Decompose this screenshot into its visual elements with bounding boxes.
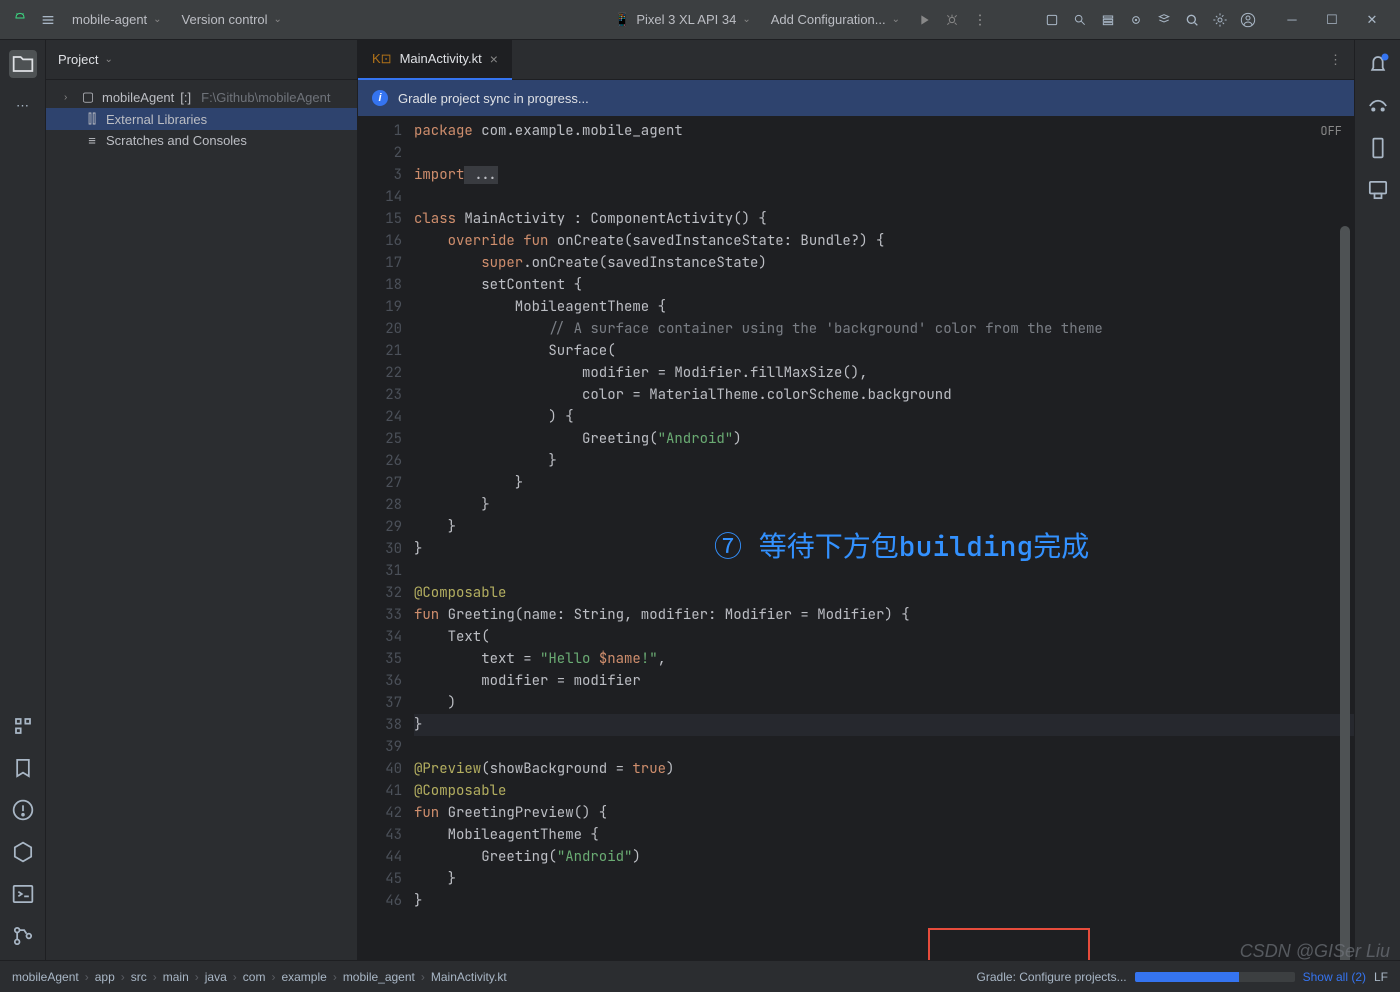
terminal-icon[interactable] <box>9 880 37 908</box>
problems-icon[interactable] <box>9 796 37 824</box>
project-panel-header: Project ⌄ <box>46 40 357 80</box>
close-tab-icon[interactable]: × <box>490 51 498 67</box>
android-logo-icon <box>8 8 32 32</box>
folder-icon: ▢ <box>80 89 96 105</box>
sync-gradle-icon[interactable] <box>1152 8 1176 32</box>
maximize-button[interactable]: ☐ <box>1312 5 1352 35</box>
window-controls: ─ ☐ ✕ <box>1272 5 1392 35</box>
editor-tabs: K⊡ MainActivity.kt × ⋮ <box>358 40 1354 80</box>
notification-text: Gradle project sync in progress... <box>398 91 589 106</box>
chevron-down-icon: ⌄ <box>274 14 282 25</box>
chevron-down-icon[interactable]: ⌄ <box>104 54 112 65</box>
chevron-down-icon: ⌄ <box>892 14 900 25</box>
tree-root[interactable]: › ▢ mobileAgent [:] F:\Github\mobileAgen… <box>46 86 357 108</box>
show-all-tasks[interactable]: Show all (2) <box>1303 970 1366 984</box>
bottom-left-tools <box>0 712 46 960</box>
background-task[interactable]: Gradle: Configure projects... <box>977 970 1127 984</box>
project-tool-icon[interactable] <box>9 50 37 78</box>
tab-overflow-icon[interactable]: ⋮ <box>1317 52 1354 68</box>
project-name: mobile-agent <box>72 12 147 27</box>
more-tools-icon[interactable]: ⋯ <box>9 92 37 120</box>
gradle-icon[interactable] <box>1364 92 1392 120</box>
main-content: ⋯ Project ⌄ › ▢ mobileAgent [:] F:\Githu… <box>0 40 1400 960</box>
code-editor[interactable]: 1231415161718192021222324252627282930313… <box>358 116 1354 960</box>
library-icon: ⫿⫿ <box>84 111 100 127</box>
attach-debugger-icon[interactable] <box>1124 8 1148 32</box>
minimize-button[interactable]: ─ <box>1272 5 1312 35</box>
right-tool-rail <box>1354 40 1400 960</box>
more-icon[interactable] <box>968 8 992 32</box>
project-tree: › ▢ mobileAgent [:] F:\Github\mobileAgen… <box>46 80 357 157</box>
editor-area: K⊡ MainActivity.kt × ⋮ i Gradle project … <box>358 40 1354 960</box>
breadcrumb-item[interactable]: example <box>281 970 326 984</box>
vcs-tool-icon[interactable] <box>9 922 37 950</box>
bookmarks-icon[interactable] <box>9 754 37 782</box>
annotation-overlay: ⑦ 等待下方包building完成 <box>714 536 1089 558</box>
run-icon[interactable] <box>912 8 936 32</box>
build-variants-icon[interactable] <box>9 838 37 866</box>
tree-external-libs[interactable]: ⫿⫿ External Libraries <box>46 108 357 130</box>
line-gutter: 1231415161718192021222324252627282930313… <box>358 116 414 960</box>
scratches-icon: ≡ <box>84 133 100 148</box>
account-icon[interactable] <box>1236 8 1260 32</box>
editor-scrollbar[interactable] <box>1340 226 1350 960</box>
project-selector[interactable]: mobile-agent ⌄ <box>64 8 170 31</box>
close-button[interactable]: ✕ <box>1352 5 1392 35</box>
debug-icon[interactable] <box>940 8 964 32</box>
profiler-icon[interactable] <box>1068 8 1092 32</box>
breadcrumb-item[interactable]: mobileAgent <box>12 970 79 984</box>
breadcrumb-item[interactable]: app <box>95 970 115 984</box>
chevron-down-icon: ⌄ <box>153 14 161 25</box>
device-icon: 📱 <box>614 12 630 28</box>
breadcrumb-item[interactable]: java <box>205 970 227 984</box>
sync-notification: i Gradle project sync in progress... <box>358 80 1354 116</box>
code-body[interactable]: OFF package com.example.mobile_agent imp… <box>414 116 1354 960</box>
project-panel: Project ⌄ › ▢ mobileAgent [:] F:\Github\… <box>46 40 358 960</box>
file-tab-mainactivity[interactable]: K⊡ MainActivity.kt × <box>358 40 512 80</box>
breadcrumb-item[interactable]: MainActivity.kt <box>431 970 507 984</box>
panel-title: Project <box>58 52 98 67</box>
progress-bar[interactable] <box>1135 972 1295 982</box>
search-icon[interactable] <box>1180 8 1204 32</box>
breadcrumb-item[interactable]: com <box>243 970 266 984</box>
run-config-selector[interactable]: Add Configuration...⌄ <box>763 8 908 31</box>
layout-inspector-icon[interactable] <box>1096 8 1120 32</box>
caret-icon: › <box>64 92 74 103</box>
settings-icon[interactable] <box>1208 8 1232 32</box>
info-icon: i <box>372 90 388 106</box>
vcs-selector[interactable]: Version control⌄ <box>174 8 290 31</box>
notifications-icon[interactable] <box>1364 50 1392 78</box>
line-separator[interactable]: LF <box>1374 970 1388 984</box>
emulator-icon[interactable] <box>1364 176 1392 204</box>
device-manager-icon[interactable] <box>1364 134 1392 162</box>
main-menu-icon[interactable] <box>36 8 60 32</box>
code-with-me-icon[interactable] <box>1040 8 1064 32</box>
inspection-off-badge[interactable]: OFF <box>1320 120 1342 142</box>
watermark: CSDN @GISer Liu <box>1240 941 1390 962</box>
tree-scratches[interactable]: ≡ Scratches and Consoles <box>46 130 357 151</box>
breadcrumb-item[interactable]: main <box>163 970 189 984</box>
device-selector[interactable]: 📱Pixel 3 XL API 34⌄ <box>606 8 759 32</box>
breadcrumb-item[interactable]: mobile_agent <box>343 970 415 984</box>
structure-icon[interactable] <box>9 712 37 740</box>
titlebar: mobile-agent ⌄ Version control⌄ 📱Pixel 3 … <box>0 0 1400 40</box>
chevron-down-icon: ⌄ <box>742 14 750 25</box>
statusbar: mobileAgent›app›src›main›java›com›exampl… <box>0 960 1400 992</box>
kotlin-file-icon: K⊡ <box>372 51 392 67</box>
breadcrumbs: mobileAgent›app›src›main›java›com›exampl… <box>12 970 507 984</box>
breadcrumb-item[interactable]: src <box>131 970 147 984</box>
